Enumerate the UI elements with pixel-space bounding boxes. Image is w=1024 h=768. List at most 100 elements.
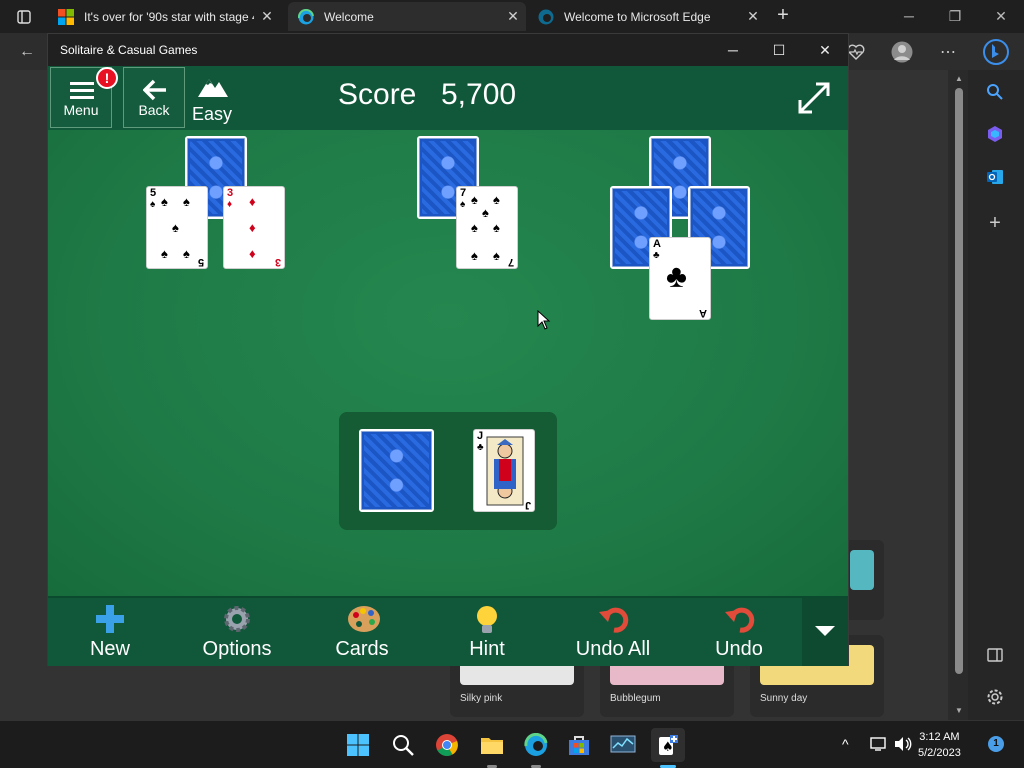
cards-button[interactable]: Cards: [307, 598, 417, 668]
solitaire-minimize-button[interactable]: ─: [718, 38, 748, 62]
card-three-of-diamonds[interactable]: 3 ♦ ♦ ♦ ♦ 3: [223, 186, 285, 269]
microsoft-logo-icon: [58, 8, 74, 25]
tab-news[interactable]: It's over for '90s star with stage 4 ✕: [48, 2, 280, 31]
solitaire-maximize-button[interactable]: ☐: [764, 38, 794, 62]
solitaire-close-button[interactable]: ✕: [810, 38, 840, 62]
card-rank-bottom: 3: [274, 256, 281, 268]
solitaire-titlebar[interactable]: Solitaire & Casual Games ─ ☐ ✕: [48, 34, 848, 66]
spade-pip-icon: ♠: [471, 220, 478, 235]
search-icon[interactable]: [984, 81, 1006, 103]
hint-label: Hint: [469, 638, 505, 660]
spade-pip-icon: ♠: [471, 192, 478, 207]
tab-close-icon[interactable]: ✕: [254, 8, 280, 25]
tab-welcome-edge[interactable]: Welcome to Microsoft Edge ✕: [528, 2, 766, 31]
undo-button[interactable]: Undo: [684, 598, 794, 668]
tab-close-icon[interactable]: ✕: [500, 8, 526, 25]
scroll-up-arrow-icon[interactable]: ▲: [954, 74, 964, 83]
theme-swatch: [850, 550, 874, 590]
tab-close-icon[interactable]: ✕: [740, 8, 766, 25]
browser-restore-button[interactable]: ❐: [940, 6, 970, 26]
club-suit-icon: ♣: [653, 250, 660, 261]
more-options-button[interactable]: ⋯: [937, 41, 959, 63]
diamond-suit-icon: ♦: [227, 199, 233, 210]
search-icon[interactable]: [389, 731, 417, 759]
back-button[interactable]: Back: [123, 67, 185, 128]
lightbulb-icon: [472, 604, 502, 634]
start-windows-icon[interactable]: [344, 731, 372, 759]
alert-badge: !: [96, 67, 118, 89]
browser-minimize-button[interactable]: ─: [894, 6, 924, 26]
hint-button[interactable]: Hint: [432, 598, 542, 668]
game-header: Menu ! Back Easy Score 5,700: [48, 66, 848, 130]
card-seven-of-spades[interactable]: 7 ♠ ♠ ♠ ♠ ♠ ♠ ♠ ♠ 7: [456, 186, 518, 269]
outlook-icon[interactable]: [984, 166, 1006, 188]
card-rank-bottom: J: [524, 499, 531, 511]
jack-face-icon: [485, 435, 525, 511]
undo-arrow-icon: [724, 604, 755, 634]
palette-icon: [347, 604, 380, 634]
spade-pip-icon: ♠: [172, 220, 179, 235]
spade-pip-icon: ♠: [493, 248, 500, 263]
clock-date: 5/2/2023: [918, 747, 961, 759]
browser-back-button[interactable]: ←: [16, 41, 38, 63]
spade-pip-icon: ♠: [482, 205, 489, 220]
edge-icon[interactable]: [522, 731, 550, 759]
browser-close-button[interactable]: ✕: [986, 6, 1016, 26]
solitaire-taskbar-icon[interactable]: ♠: [651, 728, 685, 762]
stock-pile[interactable]: [359, 429, 434, 512]
clock[interactable]: 3:12 AM 5/2/2023: [918, 729, 961, 761]
edge-logo-icon: [297, 8, 314, 25]
performance-monitor-icon[interactable]: [609, 731, 637, 759]
show-hidden-icons-button[interactable]: ^: [842, 736, 849, 752]
file-explorer-icon[interactable]: [478, 731, 506, 759]
tab-title: Welcome: [324, 9, 374, 24]
settings-gear-icon[interactable]: [984, 686, 1006, 708]
card-jack-of-clubs[interactable]: J ♣ J: [473, 429, 535, 512]
browser-scrollbar[interactable]: ▲ ▼: [950, 70, 968, 720]
network-icon[interactable]: [870, 736, 888, 755]
new-tab-button[interactable]: +: [772, 5, 794, 27]
add-sidebar-app-icon[interactable]: +: [984, 212, 1006, 234]
diamond-pip-icon: ♦: [249, 194, 256, 209]
menu-label: Menu: [63, 102, 99, 118]
card-rank-bottom: 5: [197, 256, 204, 268]
card-rank-bottom: A: [699, 307, 707, 319]
split-view-icon[interactable]: [984, 644, 1006, 666]
spade-pip-icon: ♠: [183, 194, 190, 209]
new-game-button[interactable]: New: [55, 598, 165, 668]
chevron-down-icon: [814, 624, 836, 642]
fullscreen-icon[interactable]: [796, 80, 832, 121]
bing-copilot-icon[interactable]: [983, 38, 1009, 66]
spade-suit-icon: ♠: [460, 199, 466, 210]
theme-label: Bubblegum: [610, 693, 661, 704]
more-commands-button[interactable]: [802, 598, 848, 666]
card-ace-of-clubs[interactable]: A ♣ ♣ A: [649, 237, 711, 320]
volume-icon[interactable]: [894, 736, 912, 755]
edge-logo-icon: [538, 9, 554, 25]
browser-tab-strip: It's over for '90s star with stage 4 ✕ W…: [0, 0, 1024, 33]
copilot-icon[interactable]: [984, 123, 1006, 145]
stock-area: J ♣ J: [339, 412, 557, 530]
tab-welcome[interactable]: Welcome ✕: [288, 2, 526, 31]
new-label: New: [89, 638, 130, 660]
taskbar: ♠ ^ 3:12 AM 5/2/2023 1: [0, 720, 1024, 768]
club-suit-icon: ♣: [477, 442, 484, 453]
store-icon[interactable]: [565, 731, 593, 759]
tab-actions-icon[interactable]: [8, 6, 40, 28]
spade-pip-icon: ♠: [161, 246, 168, 261]
tab-title: It's over for '90s star with stage 4: [84, 9, 254, 24]
scrollbar-thumb[interactable]: [955, 88, 963, 674]
back-label: Back: [138, 102, 170, 118]
undo-label: Undo: [715, 638, 763, 660]
command-bar: New Options Cards Hint Undo All Undo: [48, 596, 848, 666]
score-value: 5,700: [441, 78, 517, 111]
undo-all-button[interactable]: Undo All: [558, 598, 668, 668]
scroll-down-arrow-icon[interactable]: ▼: [954, 706, 964, 715]
profile-avatar[interactable]: [891, 41, 913, 63]
notification-badge[interactable]: 1: [988, 736, 1004, 752]
card-five-of-spades[interactable]: 5 ♠ ♠ ♠ ♠ ♠ ♠ 5: [146, 186, 208, 269]
spade-pip-icon: ♠: [183, 246, 190, 261]
club-center-icon: ♣: [666, 258, 687, 294]
options-button[interactable]: Options: [182, 598, 292, 668]
chrome-icon[interactable]: [433, 731, 461, 759]
